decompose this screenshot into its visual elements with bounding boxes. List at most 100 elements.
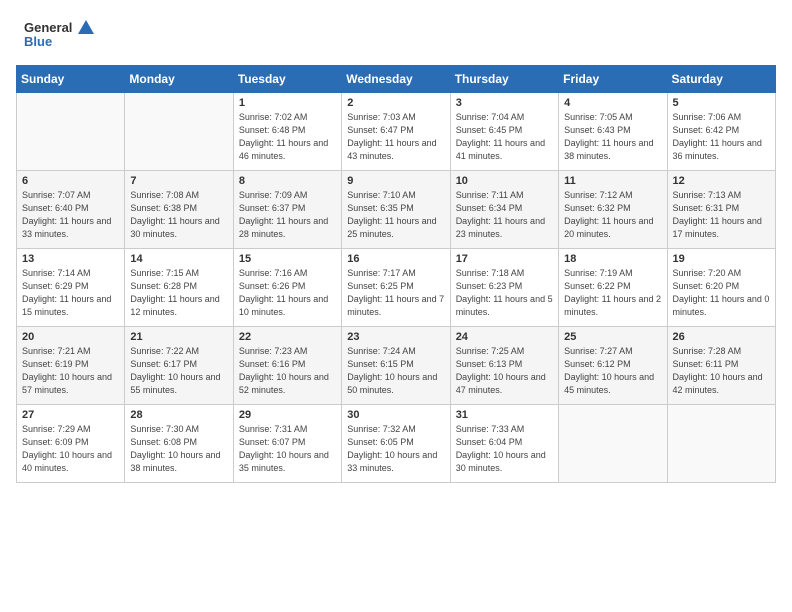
- day-cell: [667, 404, 775, 482]
- day-info: Sunrise: 7:25 AMSunset: 6:13 PMDaylight:…: [456, 345, 553, 397]
- day-cell: [125, 92, 233, 170]
- logo-svg: General Blue: [24, 18, 94, 52]
- day-info: Sunrise: 7:32 AMSunset: 6:05 PMDaylight:…: [347, 423, 444, 475]
- day-number: 5: [673, 97, 770, 109]
- day-cell: 22 Sunrise: 7:23 AMSunset: 6:16 PMDayligh…: [233, 326, 341, 404]
- day-cell: 23Sunrise: 7:24 AMSunset: 6:15 PMDayligh…: [342, 326, 450, 404]
- week-row-5: 27 Sunrise: 7:29 AMSunset: 6:09 PMDayligh…: [17, 404, 776, 482]
- svg-text:Blue: Blue: [24, 34, 52, 49]
- day-number: 31: [456, 409, 553, 421]
- weekday-header-tuesday: Tuesday: [233, 65, 341, 92]
- day-cell: 18 Sunrise: 7:19 AMSunset: 6:22 PMDayligh…: [559, 248, 667, 326]
- day-number: 20: [22, 331, 119, 343]
- day-number: 16: [347, 253, 444, 265]
- day-info: Sunrise: 7:27 AMSunset: 6:12 PMDaylight:…: [564, 345, 661, 397]
- day-cell: 5 Sunrise: 7:06 AMSunset: 6:42 PMDaylight…: [667, 92, 775, 170]
- day-info: Sunrise: 7:30 AMSunset: 6:08 PMDaylight:…: [130, 423, 227, 475]
- weekday-header-monday: Monday: [125, 65, 233, 92]
- day-cell: 10 Sunrise: 7:11 AMSunset: 6:34 PMDayligh…: [450, 170, 558, 248]
- day-cell: 29 Sunrise: 7:31 AMSunset: 6:07 PMDayligh…: [233, 404, 341, 482]
- day-cell: 27 Sunrise: 7:29 AMSunset: 6:09 PMDayligh…: [17, 404, 125, 482]
- day-cell: 21 Sunrise: 7:22 AMSunset: 6:17 PMDayligh…: [125, 326, 233, 404]
- day-info: Sunrise: 7:24 AMSunset: 6:15 PMDaylight:…: [347, 345, 444, 397]
- week-row-4: 20Sunrise: 7:21 AMSunset: 6:19 PMDayligh…: [17, 326, 776, 404]
- day-number: 26: [673, 331, 770, 343]
- day-cell: 28 Sunrise: 7:30 AMSunset: 6:08 PMDayligh…: [125, 404, 233, 482]
- day-number: 9: [347, 175, 444, 187]
- week-row-3: 13 Sunrise: 7:14 AMSunset: 6:29 PMDayligh…: [17, 248, 776, 326]
- day-info: Sunrise: 7:14 AMSunset: 6:29 PMDaylight:…: [22, 267, 119, 319]
- day-number: 29: [239, 409, 336, 421]
- day-cell: 17 Sunrise: 7:18 AMSunset: 6:23 PMDayligh…: [450, 248, 558, 326]
- day-cell: 1Sunrise: 7:02 AMSunset: 6:48 PMDaylight…: [233, 92, 341, 170]
- day-cell: 31 Sunrise: 7:33 AMSunset: 6:04 PMDayligh…: [450, 404, 558, 482]
- day-cell: [559, 404, 667, 482]
- svg-text:General: General: [24, 20, 72, 35]
- day-info: Sunrise: 7:33 AMSunset: 6:04 PMDaylight:…: [456, 423, 553, 475]
- day-cell: 13 Sunrise: 7:14 AMSunset: 6:29 PMDayligh…: [17, 248, 125, 326]
- day-info: Sunrise: 7:06 AMSunset: 6:42 PMDaylight:…: [673, 111, 770, 163]
- day-cell: 2 Sunrise: 7:03 AMSunset: 6:47 PMDaylight…: [342, 92, 450, 170]
- day-number: 14: [130, 253, 227, 265]
- day-cell: 12Sunrise: 7:13 AMSunset: 6:31 PMDayligh…: [667, 170, 775, 248]
- day-number: 25: [564, 331, 661, 343]
- day-info: Sunrise: 7:22 AMSunset: 6:17 PMDaylight:…: [130, 345, 227, 397]
- day-number: 10: [456, 175, 553, 187]
- day-info: Sunrise: 7:23 AMSunset: 6:16 PMDaylight:…: [239, 345, 336, 397]
- day-cell: 19 Sunrise: 7:20 AMSunset: 6:20 PMDayligh…: [667, 248, 775, 326]
- day-number: 7: [130, 175, 227, 187]
- weekday-header-thursday: Thursday: [450, 65, 558, 92]
- day-info: Sunrise: 7:20 AMSunset: 6:20 PMDaylight:…: [673, 267, 770, 319]
- logo: General Blue: [24, 18, 94, 57]
- day-number: 19: [673, 253, 770, 265]
- day-number: 28: [130, 409, 227, 421]
- day-info: Sunrise: 7:10 AMSunset: 6:35 PMDaylight:…: [347, 189, 444, 241]
- day-info: Sunrise: 7:18 AMSunset: 6:23 PMDaylight:…: [456, 267, 553, 319]
- day-number: 27: [22, 409, 119, 421]
- day-number: 21: [130, 331, 227, 343]
- day-cell: 9 Sunrise: 7:10 AMSunset: 6:35 PMDaylight…: [342, 170, 450, 248]
- week-row-1: 1Sunrise: 7:02 AMSunset: 6:48 PMDaylight…: [17, 92, 776, 170]
- day-info: Sunrise: 7:12 AMSunset: 6:32 PMDaylight:…: [564, 189, 661, 241]
- weekday-header-saturday: Saturday: [667, 65, 775, 92]
- day-number: 2: [347, 97, 444, 109]
- day-info: Sunrise: 7:31 AMSunset: 6:07 PMDaylight:…: [239, 423, 336, 475]
- day-info: Sunrise: 7:19 AMSunset: 6:22 PMDaylight:…: [564, 267, 661, 319]
- day-info: Sunrise: 7:04 AMSunset: 6:45 PMDaylight:…: [456, 111, 553, 163]
- day-info: Sunrise: 7:16 AMSunset: 6:26 PMDaylight:…: [239, 267, 336, 319]
- day-number: 17: [456, 253, 553, 265]
- day-info: Sunrise: 7:15 AMSunset: 6:28 PMDaylight:…: [130, 267, 227, 319]
- day-info: Sunrise: 7:08 AMSunset: 6:38 PMDaylight:…: [130, 189, 227, 241]
- weekday-header-sunday: Sunday: [17, 65, 125, 92]
- calendar-wrapper: SundayMondayTuesdayWednesdayThursdayFrid…: [0, 65, 792, 499]
- day-info: Sunrise: 7:03 AMSunset: 6:47 PMDaylight:…: [347, 111, 444, 163]
- day-number: 6: [22, 175, 119, 187]
- day-cell: [17, 92, 125, 170]
- day-cell: 25 Sunrise: 7:27 AMSunset: 6:12 PMDayligh…: [559, 326, 667, 404]
- day-cell: 24Sunrise: 7:25 AMSunset: 6:13 PMDayligh…: [450, 326, 558, 404]
- day-cell: 16Sunrise: 7:17 AMSunset: 6:25 PMDayligh…: [342, 248, 450, 326]
- day-number: 1: [239, 97, 336, 109]
- day-number: 18: [564, 253, 661, 265]
- day-info: Sunrise: 7:07 AMSunset: 6:40 PMDaylight:…: [22, 189, 119, 241]
- day-info: Sunrise: 7:28 AMSunset: 6:11 PMDaylight:…: [673, 345, 770, 397]
- calendar-table: SundayMondayTuesdayWednesdayThursdayFrid…: [16, 65, 776, 483]
- day-number: 3: [456, 97, 553, 109]
- day-number: 30: [347, 409, 444, 421]
- day-cell: 30 Sunrise: 7:32 AMSunset: 6:05 PMDayligh…: [342, 404, 450, 482]
- weekday-header-friday: Friday: [559, 65, 667, 92]
- page: General Blue SundayMondayTuesdayWednesda…: [0, 0, 792, 612]
- day-number: 13: [22, 253, 119, 265]
- day-cell: 14 Sunrise: 7:15 AMSunset: 6:28 PMDayligh…: [125, 248, 233, 326]
- day-number: 11: [564, 175, 661, 187]
- day-info: Sunrise: 7:05 AMSunset: 6:43 PMDaylight:…: [564, 111, 661, 163]
- day-number: 22: [239, 331, 336, 343]
- day-info: Sunrise: 7:29 AMSunset: 6:09 PMDaylight:…: [22, 423, 119, 475]
- day-info: Sunrise: 7:09 AMSunset: 6:37 PMDaylight:…: [239, 189, 336, 241]
- day-cell: 6 Sunrise: 7:07 AMSunset: 6:40 PMDaylight…: [17, 170, 125, 248]
- day-cell: 20Sunrise: 7:21 AMSunset: 6:19 PMDayligh…: [17, 326, 125, 404]
- day-number: 12: [673, 175, 770, 187]
- day-info: Sunrise: 7:11 AMSunset: 6:34 PMDaylight:…: [456, 189, 553, 241]
- day-cell: 26 Sunrise: 7:28 AMSunset: 6:11 PMDayligh…: [667, 326, 775, 404]
- header: General Blue: [0, 0, 792, 65]
